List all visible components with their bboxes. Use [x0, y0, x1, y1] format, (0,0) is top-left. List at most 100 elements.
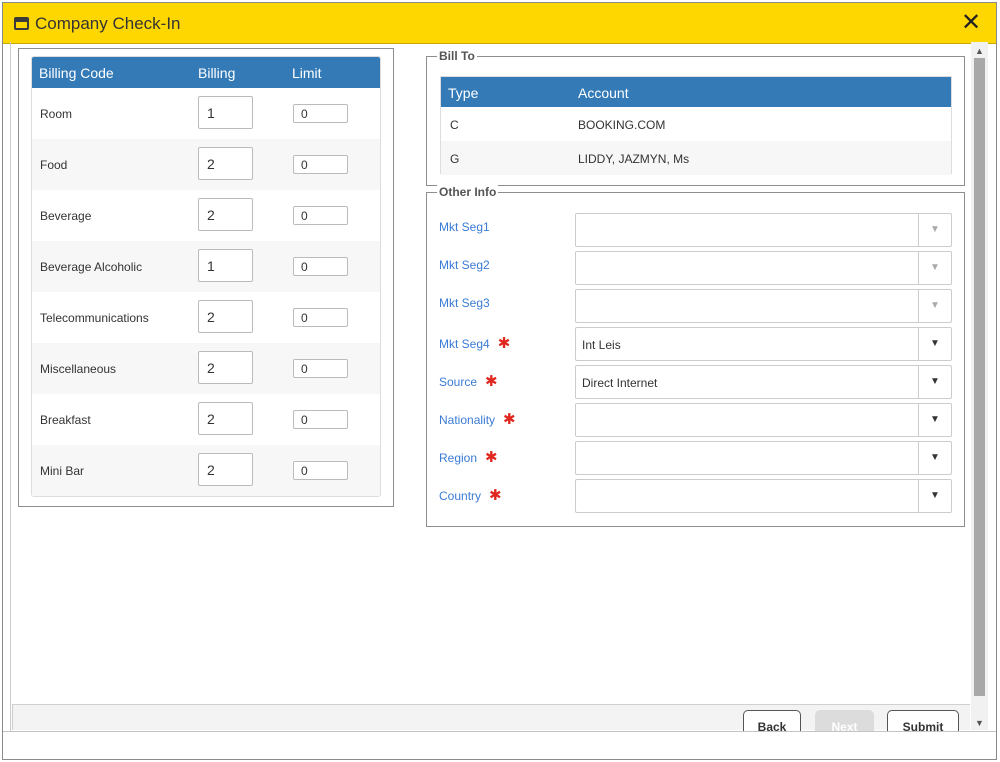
mkt-seg3-label-text: Mkt Seg3	[439, 296, 490, 310]
account-cell: BOOKING.COM	[578, 118, 666, 132]
table-row: Mini Bar	[32, 445, 380, 496]
chevron-down-icon[interactable]: ▼	[918, 290, 951, 322]
limit-input[interactable]	[293, 257, 348, 276]
required-icon: ✱	[503, 411, 516, 428]
back-button[interactable]: Back	[743, 710, 801, 732]
billing-code-cell: Miscellaneous	[40, 362, 117, 376]
close-icon[interactable]: ✕	[960, 11, 982, 35]
dialog-title: Company Check-In	[35, 14, 181, 33]
billing-input[interactable]	[198, 300, 253, 333]
nationality-select[interactable]: ▼	[575, 403, 952, 437]
mkt-seg1-select[interactable]: ▼	[575, 213, 952, 247]
submit-button[interactable]: Submit	[887, 710, 959, 732]
table-row: Food	[32, 139, 380, 190]
header-account: Account	[578, 85, 629, 101]
table-row: Telecommunications	[32, 292, 380, 343]
country-label-text: Country	[439, 489, 482, 503]
mkt-seg4-select[interactable]: Int Leis ▼	[575, 327, 952, 361]
billing-input[interactable]	[198, 402, 253, 435]
scroll-up-icon[interactable]: ▲	[971, 44, 988, 58]
billing-input[interactable]	[198, 351, 253, 384]
limit-input[interactable]	[293, 206, 348, 225]
billing-code-cell: Breakfast	[40, 413, 91, 427]
billing-input[interactable]	[198, 453, 253, 486]
region-label: Region ✱	[439, 448, 498, 466]
mkt-seg1-label: Mkt Seg1	[439, 220, 490, 234]
chevron-down-icon[interactable]: ▼	[918, 442, 951, 474]
mkt-seg4-value: Int Leis	[582, 338, 621, 352]
mkt-seg2-label-text: Mkt Seg2	[439, 258, 490, 272]
limit-input[interactable]	[293, 461, 348, 480]
billing-input[interactable]	[198, 249, 253, 282]
billing-input[interactable]	[198, 96, 253, 129]
source-select[interactable]: Direct Internet ▼	[575, 365, 952, 399]
vertical-scrollbar[interactable]: ▲ ▼	[971, 42, 988, 730]
required-icon: ✱	[497, 335, 511, 352]
mkt-seg3-label: Mkt Seg3	[439, 296, 490, 310]
billing-code-cell: Beverage Alcoholic	[40, 260, 143, 274]
billing-code-cell: Mini Bar	[40, 464, 85, 478]
country-label: Country ✱	[439, 486, 502, 504]
table-row: Breakfast	[32, 394, 380, 445]
table-row: Miscellaneous	[32, 343, 380, 394]
source-label-text: Source	[439, 375, 478, 389]
bill-to-header: Type Account	[441, 77, 951, 107]
other-info-fieldset: Other Info Mkt Seg1 ▼ Mkt Seg2 ▼ Mkt Seg3 …	[426, 185, 965, 527]
billing-code-cell: Beverage	[40, 209, 92, 223]
bill-to-fieldset: Bill To Type Account C BOOKING.COM G LIDD…	[426, 49, 965, 186]
billing-grid-header: Billing Code Billing Limit	[32, 57, 380, 88]
mkt-seg3-select[interactable]: ▼	[575, 289, 952, 323]
region-label-text: Region	[439, 451, 478, 465]
bottom-strip	[3, 731, 996, 759]
source-label: Source ✱	[439, 372, 498, 390]
title-bar: Company Check-In ✕	[3, 3, 996, 44]
chevron-down-icon[interactable]: ▼	[918, 404, 951, 436]
window-icon	[14, 17, 29, 30]
type-cell: C	[450, 118, 459, 132]
table-row: Beverage	[32, 190, 380, 241]
billing-code-cell: Telecommunications	[40, 311, 149, 325]
billing-code-cell: Room	[40, 107, 73, 121]
limit-input[interactable]	[293, 104, 348, 123]
other-info-legend: Other Info	[437, 185, 499, 199]
chevron-down-icon[interactable]: ▼	[918, 366, 951, 398]
table-row[interactable]: C BOOKING.COM	[441, 107, 951, 141]
next-button[interactable]: Next	[815, 710, 874, 732]
limit-input[interactable]	[293, 308, 348, 327]
bill-to-table: Type Account C BOOKING.COM G LIDDY, JAZMY…	[440, 76, 952, 175]
billing-input[interactable]	[198, 198, 253, 231]
header-type: Type	[448, 85, 479, 101]
mkt-seg2-label: Mkt Seg2	[439, 258, 490, 272]
nationality-label-text: Nationality	[439, 413, 496, 427]
required-icon: ✱	[485, 449, 498, 466]
header-billing-code: Billing Code	[39, 65, 114, 81]
mkt-seg4-label: Mkt Seg4 ✱	[439, 334, 510, 352]
billing-panel: Billing Code Billing Limit Room Food Bev…	[18, 48, 394, 507]
chevron-down-icon[interactable]: ▼	[918, 252, 951, 284]
limit-input[interactable]	[293, 410, 348, 429]
header-limit: Limit	[292, 65, 322, 81]
source-value: Direct Internet	[582, 376, 658, 390]
header-billing: Billing	[198, 65, 236, 81]
required-icon: ✱	[489, 487, 502, 504]
chevron-down-icon[interactable]: ▼	[918, 328, 951, 360]
country-select[interactable]: ▼	[575, 479, 952, 513]
required-icon: ✱	[485, 373, 498, 390]
billing-code-cell: Food	[40, 158, 68, 172]
limit-input[interactable]	[293, 155, 348, 174]
scroll-thumb[interactable]	[974, 58, 985, 696]
mkt-seg1-label-text: Mkt Seg1	[439, 220, 490, 234]
table-row[interactable]: G LIDDY, JAZMYN, Ms	[441, 141, 951, 175]
chevron-down-icon[interactable]: ▼	[918, 480, 951, 512]
type-cell: G	[450, 152, 460, 166]
scroll-down-icon[interactable]: ▼	[971, 716, 988, 730]
table-row: Room	[32, 88, 380, 139]
limit-input[interactable]	[293, 359, 348, 378]
table-row: Beverage Alcoholic	[32, 241, 380, 292]
billing-input[interactable]	[198, 147, 253, 180]
billing-grid: Billing Code Billing Limit Room Food Bev…	[31, 56, 381, 497]
nationality-label: Nationality ✱	[439, 410, 516, 428]
chevron-down-icon[interactable]: ▼	[918, 214, 951, 246]
region-select[interactable]: ▼	[575, 441, 952, 475]
mkt-seg2-select[interactable]: ▼	[575, 251, 952, 285]
